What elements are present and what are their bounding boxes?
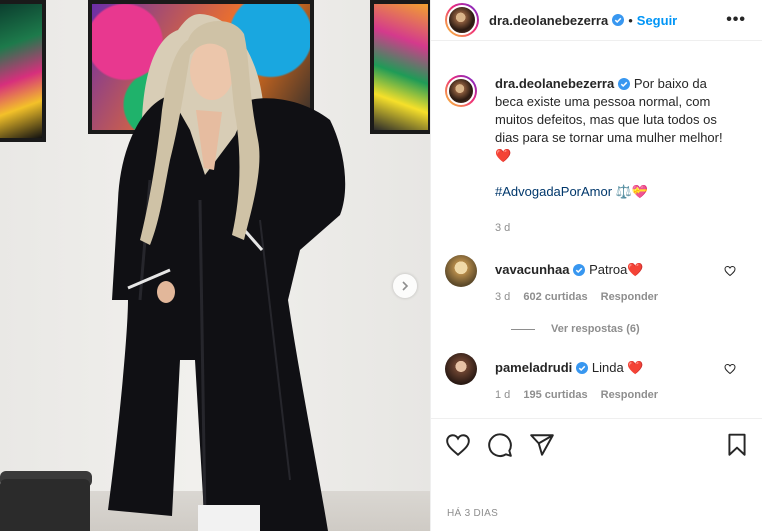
heart-icon[interactable] xyxy=(445,432,471,458)
more-icon[interactable]: ••• xyxy=(726,11,746,29)
caption-time[interactable]: 3 d xyxy=(495,219,725,237)
reply-button[interactable]: Responder xyxy=(601,389,658,401)
heart-icon[interactable] xyxy=(724,265,736,277)
posted-time[interactable]: HÁ 3 DIAS xyxy=(447,508,498,519)
comment-icon[interactable] xyxy=(487,432,513,458)
author-username[interactable]: dra.deolanebezerra xyxy=(489,13,608,28)
reply-button[interactable]: Responder xyxy=(601,291,658,303)
verified-icon xyxy=(576,362,589,374)
comment-likes[interactable]: 195 curtidas xyxy=(523,389,587,401)
woman-in-robe xyxy=(108,14,346,531)
bookmark-icon[interactable] xyxy=(724,432,750,458)
commenter-avatar[interactable] xyxy=(445,353,477,385)
author-avatar[interactable] xyxy=(445,75,477,107)
instagram-post-view: dra.deolanebezerra • Seguir ••• dra.deol… xyxy=(0,0,762,531)
post-side-panel: dra.deolanebezerra • Seguir ••• dra.deol… xyxy=(430,0,762,531)
hashtag-emoji: ⚖️💝 xyxy=(615,184,649,199)
replies-divider xyxy=(511,328,535,330)
post-photo[interactable] xyxy=(0,0,430,531)
post-caption: dra.deolanebezerra Por baixo da beca exi… xyxy=(445,75,746,237)
view-replies-button[interactable]: Ver respostas (6) xyxy=(511,323,746,335)
comment-item: vavacunhaa Patroa❤️ 3 d 602 curtidas Res… xyxy=(445,255,746,303)
author-avatar[interactable] xyxy=(445,3,479,37)
chevron-right-icon xyxy=(402,281,409,291)
comment-item: pameladrudi Linda ❤️ 1 d 195 curtidas Re… xyxy=(445,353,746,401)
comment-meta: 3 d 602 curtidas Responder xyxy=(495,291,746,303)
view-replies-label: Ver respostas (6) xyxy=(551,323,640,335)
verified-icon xyxy=(618,78,631,90)
post-header: dra.deolanebezerra • Seguir ••• xyxy=(431,0,762,41)
comments-list[interactable]: dra.deolanebezerra Por baixo da beca exi… xyxy=(431,41,762,418)
comment-time[interactable]: 1 d xyxy=(495,389,510,401)
caption-username[interactable]: dra.deolanebezerra xyxy=(495,76,614,91)
separator-dot: • xyxy=(628,12,633,28)
hashtag-link[interactable]: #AdvogadaPorAmor xyxy=(495,183,612,201)
next-photo-button[interactable] xyxy=(393,274,417,298)
comment-time[interactable]: 3 d xyxy=(495,291,510,303)
commenter-avatar[interactable] xyxy=(445,255,477,287)
commenter-username[interactable]: pameladrudi xyxy=(495,360,572,375)
comment-likes[interactable]: 602 curtidas xyxy=(523,291,587,303)
comment-text: Linda ❤️ xyxy=(591,360,644,375)
comment-meta: 1 d 195 curtidas Responder xyxy=(495,389,746,401)
follow-button[interactable]: Seguir xyxy=(637,13,677,28)
share-icon[interactable] xyxy=(529,432,555,458)
heart-icon[interactable] xyxy=(724,363,736,375)
verified-icon xyxy=(612,14,625,26)
comment-text: Patroa❤️ xyxy=(589,262,644,277)
verified-icon xyxy=(573,264,586,276)
action-bar xyxy=(431,418,762,470)
commenter-username[interactable]: vavacunhaa xyxy=(495,262,569,277)
